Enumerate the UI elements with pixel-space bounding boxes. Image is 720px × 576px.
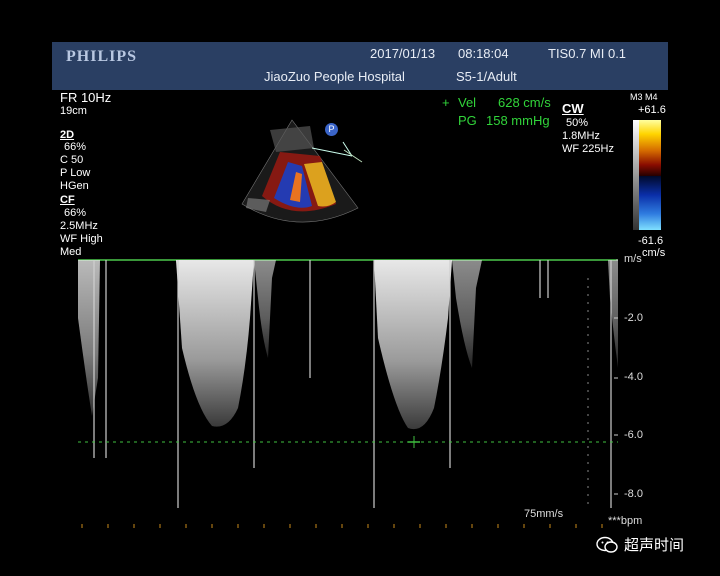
wall-filter-cf: WF High bbox=[60, 233, 103, 245]
mode-cf-label: CF bbox=[60, 194, 75, 206]
sector-image bbox=[241, 119, 363, 223]
frame-rate: FR 10Hz bbox=[60, 90, 112, 105]
harmonic-gen: HGen bbox=[60, 180, 89, 192]
probe-marker-icon: P bbox=[325, 123, 338, 136]
mode-cw-label: CW bbox=[562, 101, 584, 116]
watermark-text: 超声时间 bbox=[624, 536, 685, 554]
velocity-tick: -8.0 bbox=[624, 488, 643, 500]
persistence: P Low bbox=[60, 167, 91, 179]
watermark: 超声时间 bbox=[596, 534, 684, 555]
doppler-spectrum bbox=[78, 259, 618, 508]
freq-cw: 1.8MHz bbox=[562, 130, 600, 142]
mode-2d-label: 2D bbox=[60, 129, 75, 141]
pg-value: 158 mmHg bbox=[486, 113, 550, 128]
time-ticks bbox=[81, 524, 603, 528]
tis-mi-readout: TIS0.7 MI 0.1 bbox=[548, 46, 627, 61]
color-scale-min: -61.6 bbox=[638, 235, 664, 247]
velocity-tick: -6.0 bbox=[624, 429, 643, 441]
compression: C 50 bbox=[60, 154, 84, 166]
freq-cf: 2.5MHz bbox=[60, 220, 98, 232]
depth: 19cm bbox=[60, 105, 87, 117]
gain-cf: 66% bbox=[64, 207, 87, 219]
probe-preset: S5-1/Adult bbox=[456, 69, 517, 84]
gain-cw: 50% bbox=[566, 117, 589, 129]
wall-filter-cw: WF 225Hz bbox=[562, 143, 614, 155]
cursor-plus-icon: + bbox=[442, 95, 450, 110]
velocity-tick: -2.0 bbox=[624, 312, 643, 324]
velocity-unit: m/s bbox=[624, 253, 642, 265]
vel-label: Vel bbox=[458, 95, 477, 110]
hospital-name: JiaoZuo People Hospital bbox=[264, 69, 405, 84]
exam-date: 2017/01/13 bbox=[370, 46, 436, 61]
color-scale-max: +61.6 bbox=[638, 104, 666, 116]
flow-setting: Med bbox=[60, 246, 82, 258]
header-bar: PHILIPS 2017/01/13 08:18:04 TIS0.7 MI 0.… bbox=[52, 42, 668, 90]
wechat-icon bbox=[596, 536, 618, 554]
color-map-label: M3 M4 bbox=[630, 92, 658, 102]
sweep-speed: 75mm/s bbox=[524, 508, 564, 520]
vel-value: 628 cm/s bbox=[498, 95, 551, 110]
pg-label: PG bbox=[458, 113, 477, 128]
color-scale-unit: cm/s bbox=[642, 247, 666, 259]
exam-time: 08:18:04 bbox=[458, 46, 509, 61]
velocity-tick: -4.0 bbox=[624, 371, 643, 383]
color-scale-bar bbox=[633, 120, 661, 230]
gain-2d: 66% bbox=[64, 141, 87, 153]
